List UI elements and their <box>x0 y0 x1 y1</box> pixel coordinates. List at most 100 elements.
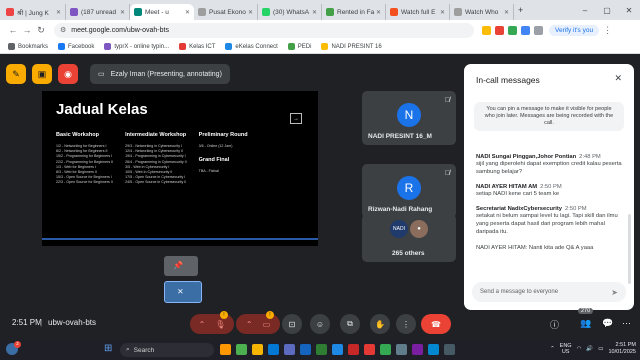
browser-tab[interactable]: श्री | Jung K ✕ <box>2 4 66 20</box>
self-view-tile[interactable]: 📌 <box>164 256 198 276</box>
puzzle-icon[interactable] <box>534 25 543 35</box>
battery-icon[interactable]: ▭ <box>598 346 603 352</box>
chrome-icon[interactable] <box>380 344 391 355</box>
chat-text: setakat ni belum sampai level tu lagi. T… <box>476 213 618 235</box>
close-tab-icon[interactable]: ✕ <box>504 9 509 16</box>
forward-icon[interactable]: → <box>20 25 34 35</box>
close-icon[interactable]: ✕ <box>614 73 622 84</box>
record-icon[interactable]: ◉ <box>58 64 78 84</box>
taskbar-app-icon[interactable] <box>396 344 407 355</box>
teams-icon[interactable] <box>412 344 423 355</box>
new-tab-icon[interactable]: + <box>518 5 523 15</box>
bookmark-item[interactable]: Kelas ICT <box>179 43 215 50</box>
activities-icon[interactable]: ⋯ <box>622 318 631 329</box>
slide-column-heading: Preliminary Round <box>198 132 248 138</box>
chat-message[interactable]: Secretariat NadixCybersecurity 2:50 PM set… <box>476 206 626 236</box>
extension-icon[interactable] <box>508 25 517 35</box>
back-icon[interactable]: ← <box>6 25 20 35</box>
bookmark-label: Bookmarks <box>18 43 49 50</box>
favicon-icon <box>390 8 398 16</box>
chat-scrollbar[interactable] <box>628 214 631 284</box>
browser-tab[interactable]: Watch Who ✕ <box>450 4 514 20</box>
more-menu-icon[interactable]: ⋮ <box>603 25 612 36</box>
layout-icon[interactable]: ▣ <box>32 64 52 84</box>
send-icon[interactable]: ➤ <box>611 288 618 297</box>
word-icon[interactable] <box>332 344 343 355</box>
captions-button[interactable]: ⊡ <box>282 314 302 334</box>
close-tab-icon[interactable]: ✕ <box>312 9 317 16</box>
bookmark-item[interactable]: Facebook <box>58 43 94 50</box>
chat-icon[interactable]: 💬 <box>602 318 613 329</box>
people-icon[interactable]: 👥 <box>580 318 591 329</box>
minimize-icon[interactable]: – <box>574 6 596 15</box>
maximize-icon[interactable]: ▢ <box>596 6 618 15</box>
browser-tab[interactable]: Pusat Ekono ✕ <box>194 4 258 20</box>
close-tab-icon[interactable]: ✕ <box>376 9 381 16</box>
start-icon[interactable]: ⊞ <box>104 343 112 354</box>
browser-tab[interactable]: Rented in Fa ✕ <box>322 4 386 20</box>
close-tab-icon[interactable]: ✕ <box>248 9 253 16</box>
taskbar-app-icon[interactable] <box>284 344 295 355</box>
present-button[interactable]: ⧉ <box>340 314 360 334</box>
taskbar-app-icon[interactable] <box>236 344 247 355</box>
extension-icon[interactable] <box>521 25 530 35</box>
pin-icon[interactable]: 📌 <box>173 261 183 270</box>
chat-message[interactable]: NADI Sungai Pinggan,Johor Pontian 2:48 PM… <box>476 154 626 176</box>
taskbar-app-icon[interactable] <box>364 344 375 355</box>
browser-tab[interactable]: (30) WhatsA ✕ <box>258 4 322 20</box>
url-field[interactable]: ⚙ meet.google.com/ubw-ovah-bts <box>54 22 474 38</box>
camera-button[interactable]: ⌃ ▭ ! <box>236 311 280 334</box>
participant-tile[interactable]: N 🎙̸ NADI PRESINT 16_M <box>362 91 456 145</box>
taskbar-app-icon[interactable] <box>348 344 359 355</box>
browser-tab[interactable]: Watch full E ✕ <box>386 4 450 20</box>
bookmark-item[interactable]: Bookmarks <box>8 43 48 50</box>
browser-tab[interactable]: Meet - u ✕ <box>130 4 194 20</box>
edge-icon[interactable] <box>268 344 279 355</box>
reload-icon[interactable]: ↻ <box>34 25 48 36</box>
close-window-icon[interactable]: ✕ <box>618 6 640 15</box>
chevron-up-icon[interactable]: ⌃ <box>550 346 555 352</box>
annotate-icon[interactable]: ✎ <box>6 64 26 84</box>
chevron-up-icon[interactable]: ⌃ <box>246 320 253 329</box>
bookmark-item[interactable]: eKelas Connect <box>225 43 278 50</box>
more-options-button[interactable]: ⋮ <box>396 314 416 334</box>
extension-icon[interactable] <box>482 25 491 35</box>
bookmark-item[interactable]: PEDi <box>287 43 311 50</box>
close-tab-icon[interactable]: ✕ <box>56 9 61 16</box>
chat-message[interactable]: NADI AYER HITAM AM 2:50 PM setiap NADI ken… <box>476 184 626 198</box>
chat-message[interactable]: NADI AYER HITAM: Nanti kita ade Q& A yaa… <box>476 244 626 252</box>
site-info-icon[interactable]: ⚙ <box>60 26 66 34</box>
clock[interactable]: 2:51 PM 10/01/2025 <box>608 342 636 356</box>
chevron-up-icon[interactable]: ⌃ <box>199 320 206 329</box>
verify-button[interactable]: Verify it's you <box>549 24 600 36</box>
reactions-button[interactable]: ☺ <box>310 314 330 334</box>
close-tab-icon[interactable]: ✕ <box>185 9 190 16</box>
more-vert-icon: ⋮ <box>402 319 410 329</box>
taskbar-app-icon[interactable] <box>220 344 231 355</box>
folder-icon[interactable] <box>252 344 263 355</box>
taskbar-app-icon[interactable] <box>428 344 439 355</box>
others-tile[interactable]: NADI ● 265 others <box>362 214 456 262</box>
leave-call-button[interactable]: ☎ <box>421 314 451 334</box>
close-tab-icon[interactable]: ✕ <box>120 9 125 16</box>
chat-input[interactable]: Send a message to everyone ➤ <box>472 282 626 302</box>
bookmark-item[interactable]: typrX - online typin... <box>104 43 169 50</box>
system-tray: ⌃ ENG US ◠ 🔊 ▭ 2:51 PM 10/01/2025 <box>550 342 636 356</box>
excel-icon[interactable] <box>316 344 327 355</box>
raise-hand-button[interactable]: ✋ <box>370 314 390 334</box>
outlook-icon[interactable] <box>300 344 311 355</box>
extension-icon[interactable] <box>495 25 504 35</box>
volume-icon[interactable]: 🔊 <box>586 346 593 352</box>
participant-tile[interactable]: R 🎙̸ Rizwan-Nadi Rahang <box>362 164 456 218</box>
browser-tab[interactable]: (187 unread ✕ <box>66 4 130 20</box>
close-tab-icon[interactable]: ✕ <box>440 9 445 16</box>
wifi-icon[interactable]: ◠ <box>577 346 582 352</box>
info-icon[interactable]: ⓘ <box>550 318 559 331</box>
bookmark-item[interactable]: NADI PRESINT 16 <box>321 43 382 50</box>
language-indicator[interactable]: ENG US <box>560 343 572 355</box>
unpin-icon[interactable]: ⨯ <box>177 287 184 296</box>
taskbar-search[interactable]: ⌕ Search <box>120 343 214 357</box>
microphone-button[interactable]: ⌃ 🎙 ! <box>190 311 234 334</box>
presentation-preview-tile[interactable]: ⨯ <box>164 281 202 303</box>
taskbar-app-icon[interactable] <box>444 344 455 355</box>
